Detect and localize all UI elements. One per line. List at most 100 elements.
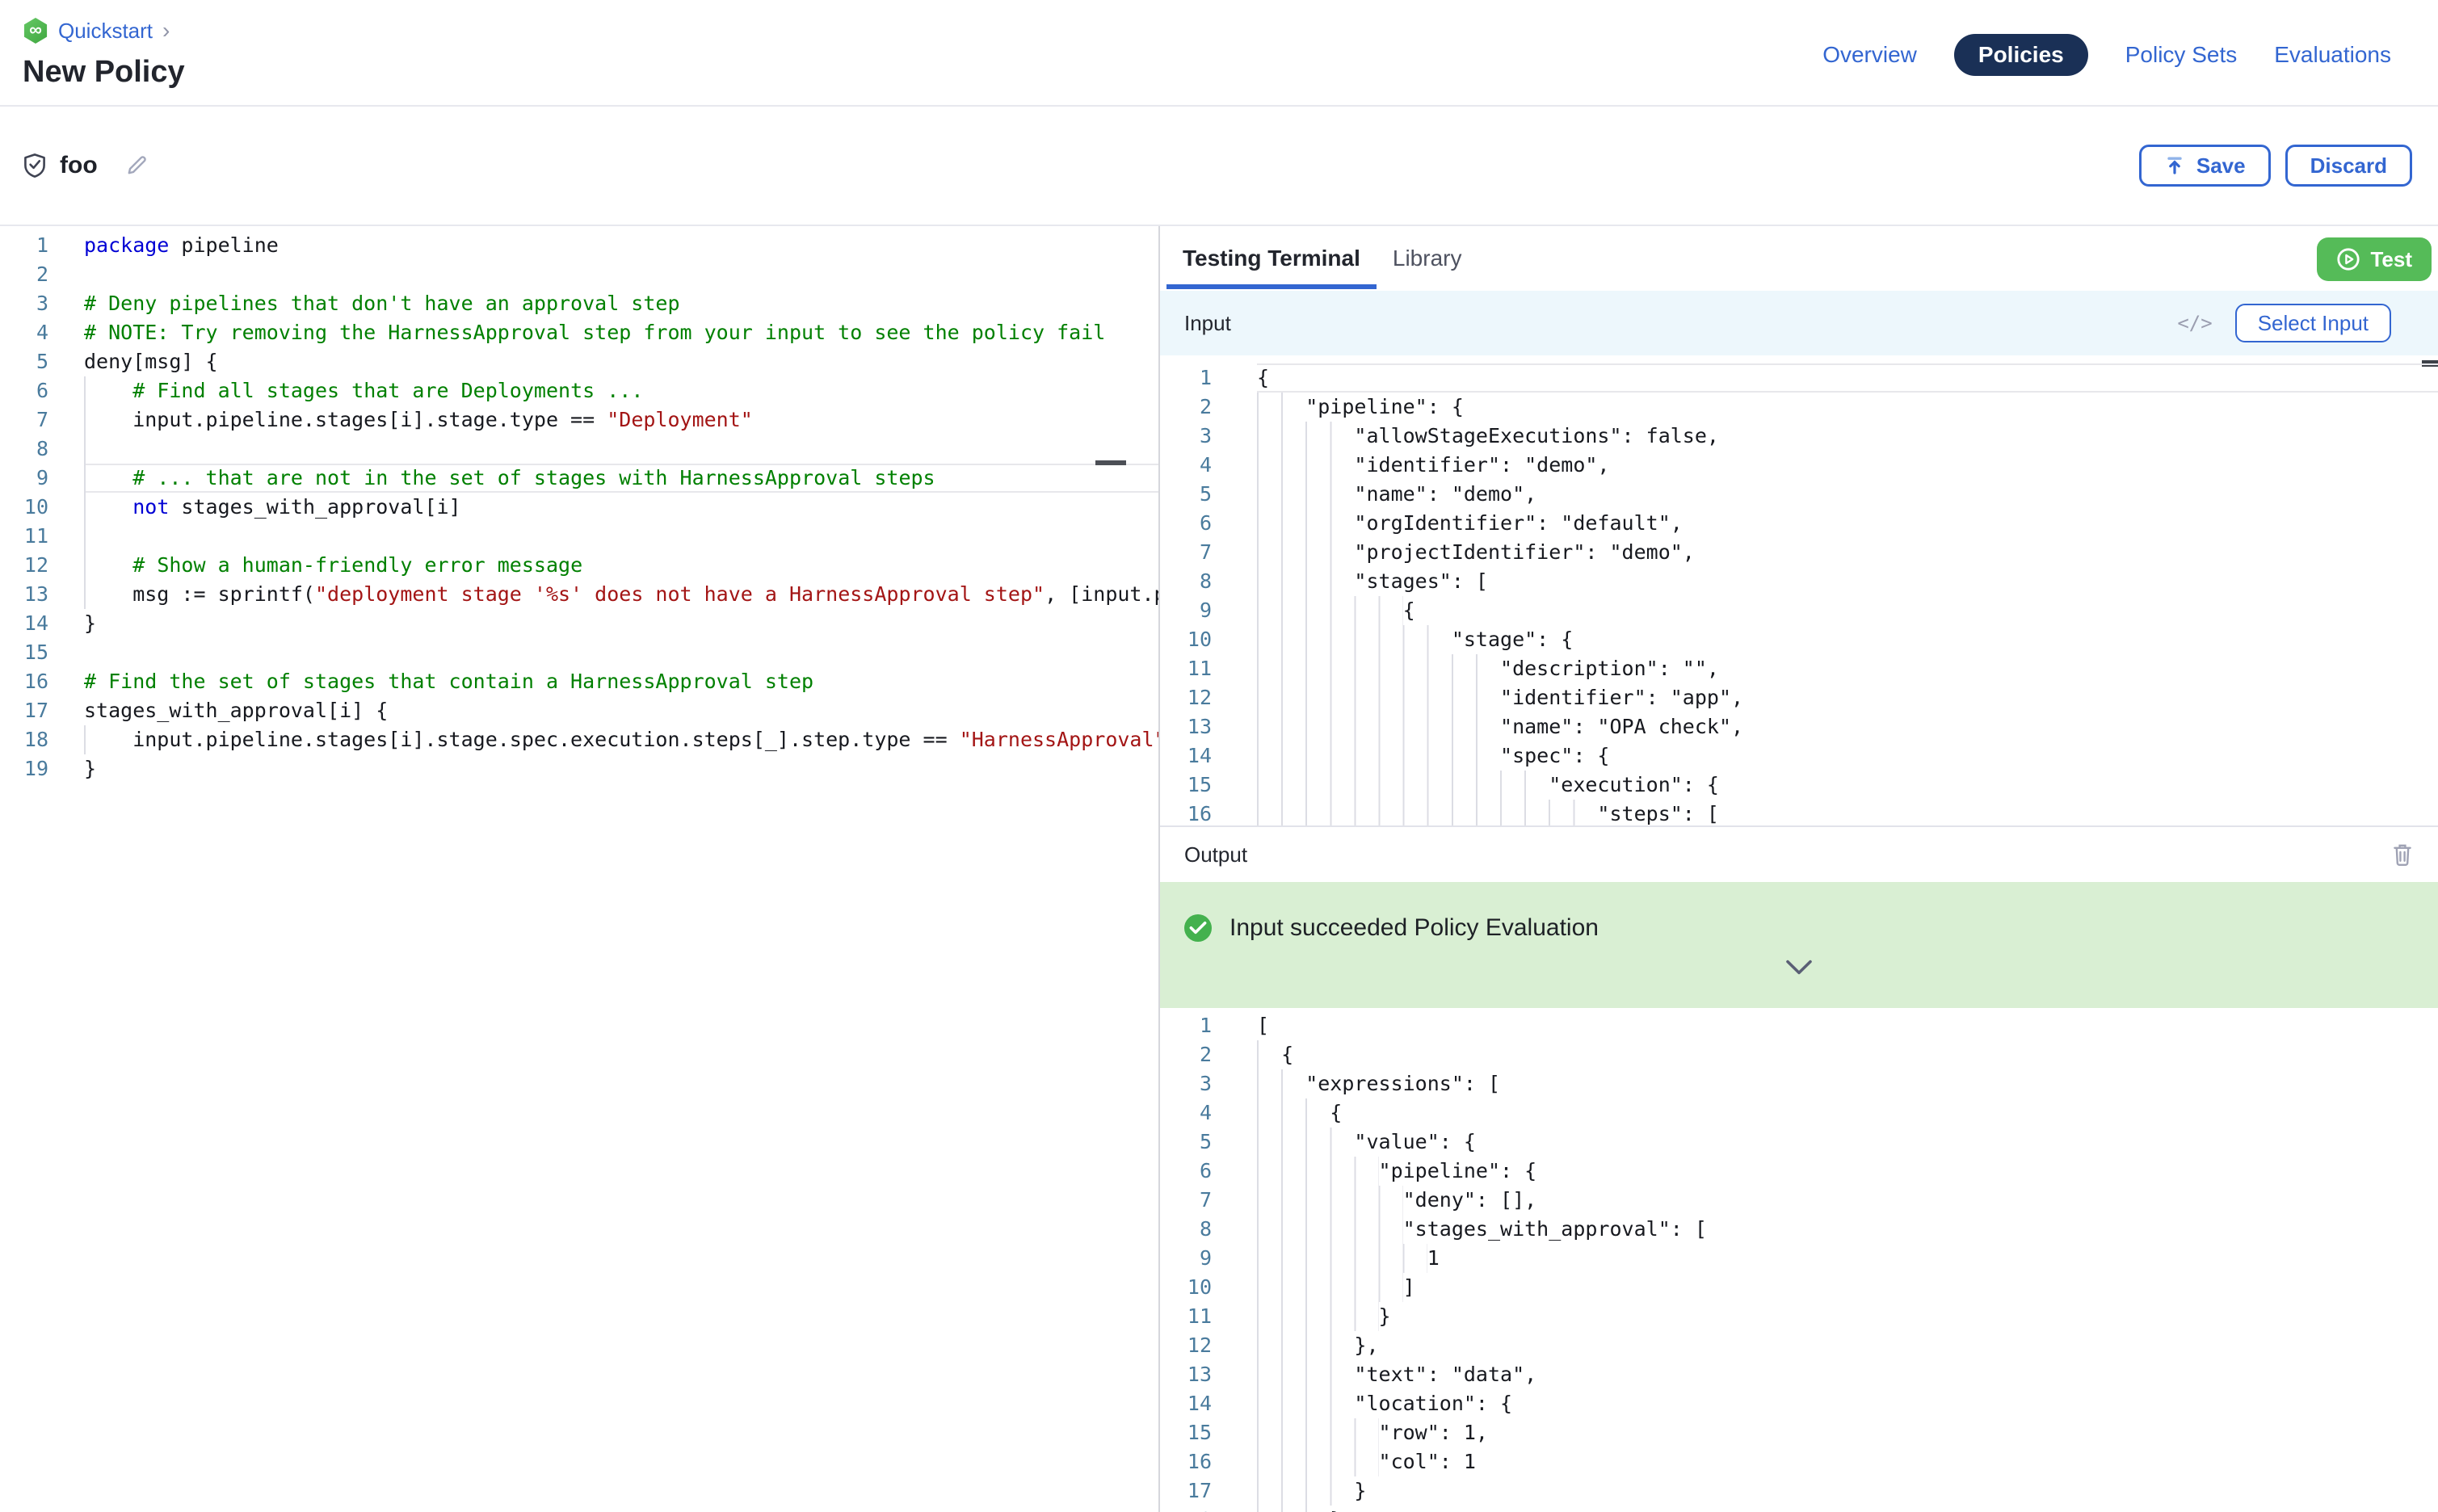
line-number: 14: [0, 609, 48, 638]
code-line-1[interactable]: 1{: [1160, 363, 2438, 393]
code-line-11[interactable]: 11: [0, 522, 1158, 551]
indent-guide: [84, 725, 132, 754]
code-line-18[interactable]: 18 input.pipeline.stages[i].stage.spec.e…: [0, 725, 1158, 754]
indent-guide: [84, 464, 132, 493]
code-view-icon[interactable]: </>: [2177, 312, 2212, 334]
code-line-2[interactable]: 2: [0, 260, 1158, 289]
code-line-13[interactable]: 13 "name": "OPA check",: [1160, 712, 2438, 741]
code-line-12[interactable]: 12 # Show a human-friendly error message: [0, 551, 1158, 580]
code-line-15[interactable]: 15 "row": 1,: [1160, 1418, 2438, 1447]
indent-guide: [1257, 1098, 1330, 1128]
indent-guide: [1257, 596, 1403, 625]
code-line-3[interactable]: 3# Deny pipelines that don't have an app…: [0, 289, 1158, 318]
code-line-8[interactable]: 8 "stages": [: [1160, 567, 2438, 596]
code-line-12[interactable]: 12 "identifier": "app",: [1160, 683, 2438, 712]
code-line-14[interactable]: 14}: [0, 609, 1158, 638]
code-line-9[interactable]: 9 1: [1160, 1244, 2438, 1273]
code-line-9[interactable]: 9 # ... that are not in the set of stage…: [0, 464, 1158, 493]
code-line-3[interactable]: 3 "allowStageExecutions": false,: [1160, 422, 2438, 451]
indent-guide: [1257, 1302, 1379, 1331]
code-line-3[interactable]: 3 "expressions": [: [1160, 1069, 2438, 1098]
code-line-2[interactable]: 2 "pipeline": {: [1160, 393, 2438, 422]
line-number: 17: [1160, 1476, 1212, 1506]
code-line-10[interactable]: 10 not stages_with_approval[i]: [0, 493, 1158, 522]
pencil-icon: [125, 154, 148, 177]
code-line-4[interactable]: 4 {: [1160, 1098, 2438, 1128]
code-line-17[interactable]: 17 }: [1160, 1476, 2438, 1506]
select-input-button[interactable]: Select Input: [2235, 304, 2391, 342]
toolbar-actions: Save Discard: [2139, 145, 2412, 187]
rego-editor[interactable]: 1package pipeline23# Deny pipelines that…: [0, 226, 1158, 1512]
expand-result-button[interactable]: [1785, 956, 1813, 981]
input-json-editor[interactable]: 1{2 "pipeline": {3 "allowStageExecutions…: [1160, 355, 2438, 825]
code-line-1[interactable]: 1package pipeline: [0, 231, 1158, 260]
code-line-8[interactable]: 8 "stages_with_approval": [: [1160, 1215, 2438, 1244]
code-line-7[interactable]: 7 "projectIdentifier": "demo",: [1160, 538, 2438, 567]
harness-logo-icon: ∞: [23, 18, 48, 44]
code-line-17[interactable]: 17stages_with_approval[i] {: [0, 696, 1158, 725]
code-line-10[interactable]: 10 ]: [1160, 1273, 2438, 1302]
indent-guide: [1257, 1215, 1403, 1244]
banner-row: Input succeeded Policy Evaluation: [1184, 914, 2438, 942]
code-line-12[interactable]: 12 },: [1160, 1331, 2438, 1360]
code-line-14[interactable]: 14 "spec": {: [1160, 741, 2438, 771]
indent-guide: [1257, 625, 1452, 654]
output-section-header: Output: [1160, 825, 2438, 882]
code-line-16[interactable]: 16 "col": 1: [1160, 1447, 2438, 1476]
code-line-7[interactable]: 7 input.pipeline.stages[i].stage.type ==…: [0, 405, 1158, 435]
code-line-16[interactable]: 16 "steps": [: [1160, 800, 2438, 825]
code-line-6[interactable]: 6 "orgIdentifier": "default",: [1160, 509, 2438, 538]
save-button[interactable]: Save: [2139, 145, 2271, 187]
breadcrumb-quickstart-link[interactable]: Quickstart: [58, 19, 153, 44]
code-line-10[interactable]: 10 "stage": {: [1160, 625, 2438, 654]
module-nav: Overview Policies Policy Sets Evaluation…: [1822, 34, 2391, 76]
indent-guide: [1257, 1186, 1403, 1215]
code-line-13[interactable]: 13 "text": "data",: [1160, 1360, 2438, 1389]
code-line-4[interactable]: 4 "identifier": "demo",: [1160, 451, 2438, 480]
line-number: 2: [1160, 1040, 1212, 1069]
code-line-7[interactable]: 7 "deny": [],: [1160, 1186, 2438, 1215]
line-number: 17: [0, 696, 48, 725]
nav-policies[interactable]: Policies: [1954, 34, 2088, 76]
discard-button[interactable]: Discard: [2285, 145, 2412, 187]
code-line-5[interactable]: 5deny[msg] {: [0, 347, 1158, 376]
line-number: 9: [1160, 1244, 1212, 1273]
play-circle-icon: [2336, 247, 2360, 271]
output-json-editor[interactable]: 1[2 {3 "expressions": [4 {5 "value": {6 …: [1160, 1008, 2438, 1512]
tab-testing-terminal[interactable]: Testing Terminal: [1166, 226, 1377, 291]
nav-overview[interactable]: Overview: [1822, 42, 1917, 68]
test-label: Test: [2370, 247, 2412, 272]
code-line-19[interactable]: 19}: [0, 754, 1158, 783]
code-line-18[interactable]: 18 }: [1160, 1506, 2438, 1512]
nav-policy-sets[interactable]: Policy Sets: [2125, 42, 2238, 68]
indent-guide: [1257, 1273, 1403, 1302]
code-line-5[interactable]: 5 "name": "demo",: [1160, 480, 2438, 509]
code-line-8[interactable]: 8: [0, 435, 1158, 464]
code-line-9[interactable]: 9 {: [1160, 596, 2438, 625]
code-line-6[interactable]: 6 # Find all stages that are Deployments…: [0, 376, 1158, 405]
clear-output-button[interactable]: [2391, 842, 2414, 867]
indent-guide: [1257, 1418, 1379, 1447]
code-line-11[interactable]: 11 "description": "",: [1160, 654, 2438, 683]
code-line-14[interactable]: 14 "location": {: [1160, 1389, 2438, 1418]
indent-guide: [1257, 480, 1354, 509]
line-number: 2: [1160, 393, 1212, 422]
code-line-11[interactable]: 11 }: [1160, 1302, 2438, 1331]
tab-library[interactable]: Library: [1377, 226, 1478, 291]
code-line-15[interactable]: 15: [0, 638, 1158, 667]
code-line-13[interactable]: 13 msg := sprintf("deployment stage '%s'…: [0, 580, 1158, 609]
indent-guide: [1257, 1128, 1354, 1157]
edit-name-button[interactable]: [125, 154, 148, 177]
code-line-5[interactable]: 5 "value": {: [1160, 1128, 2438, 1157]
code-line-15[interactable]: 15 "execution": {: [1160, 771, 2438, 800]
code-line-6[interactable]: 6 "pipeline": {: [1160, 1157, 2438, 1186]
line-number: 4: [1160, 451, 1212, 480]
code-line-4[interactable]: 4# NOTE: Try removing the HarnessApprova…: [0, 318, 1158, 347]
code-line-1[interactable]: 1[: [1160, 1011, 2438, 1040]
code-line-16[interactable]: 16# Find the set of stages that contain …: [0, 667, 1158, 696]
code-line-2[interactable]: 2 {: [1160, 1040, 2438, 1069]
line-number: 3: [0, 289, 48, 318]
nav-evaluations[interactable]: Evaluations: [2274, 42, 2391, 68]
test-button[interactable]: Test: [2317, 237, 2432, 281]
line-number: 3: [1160, 422, 1212, 451]
